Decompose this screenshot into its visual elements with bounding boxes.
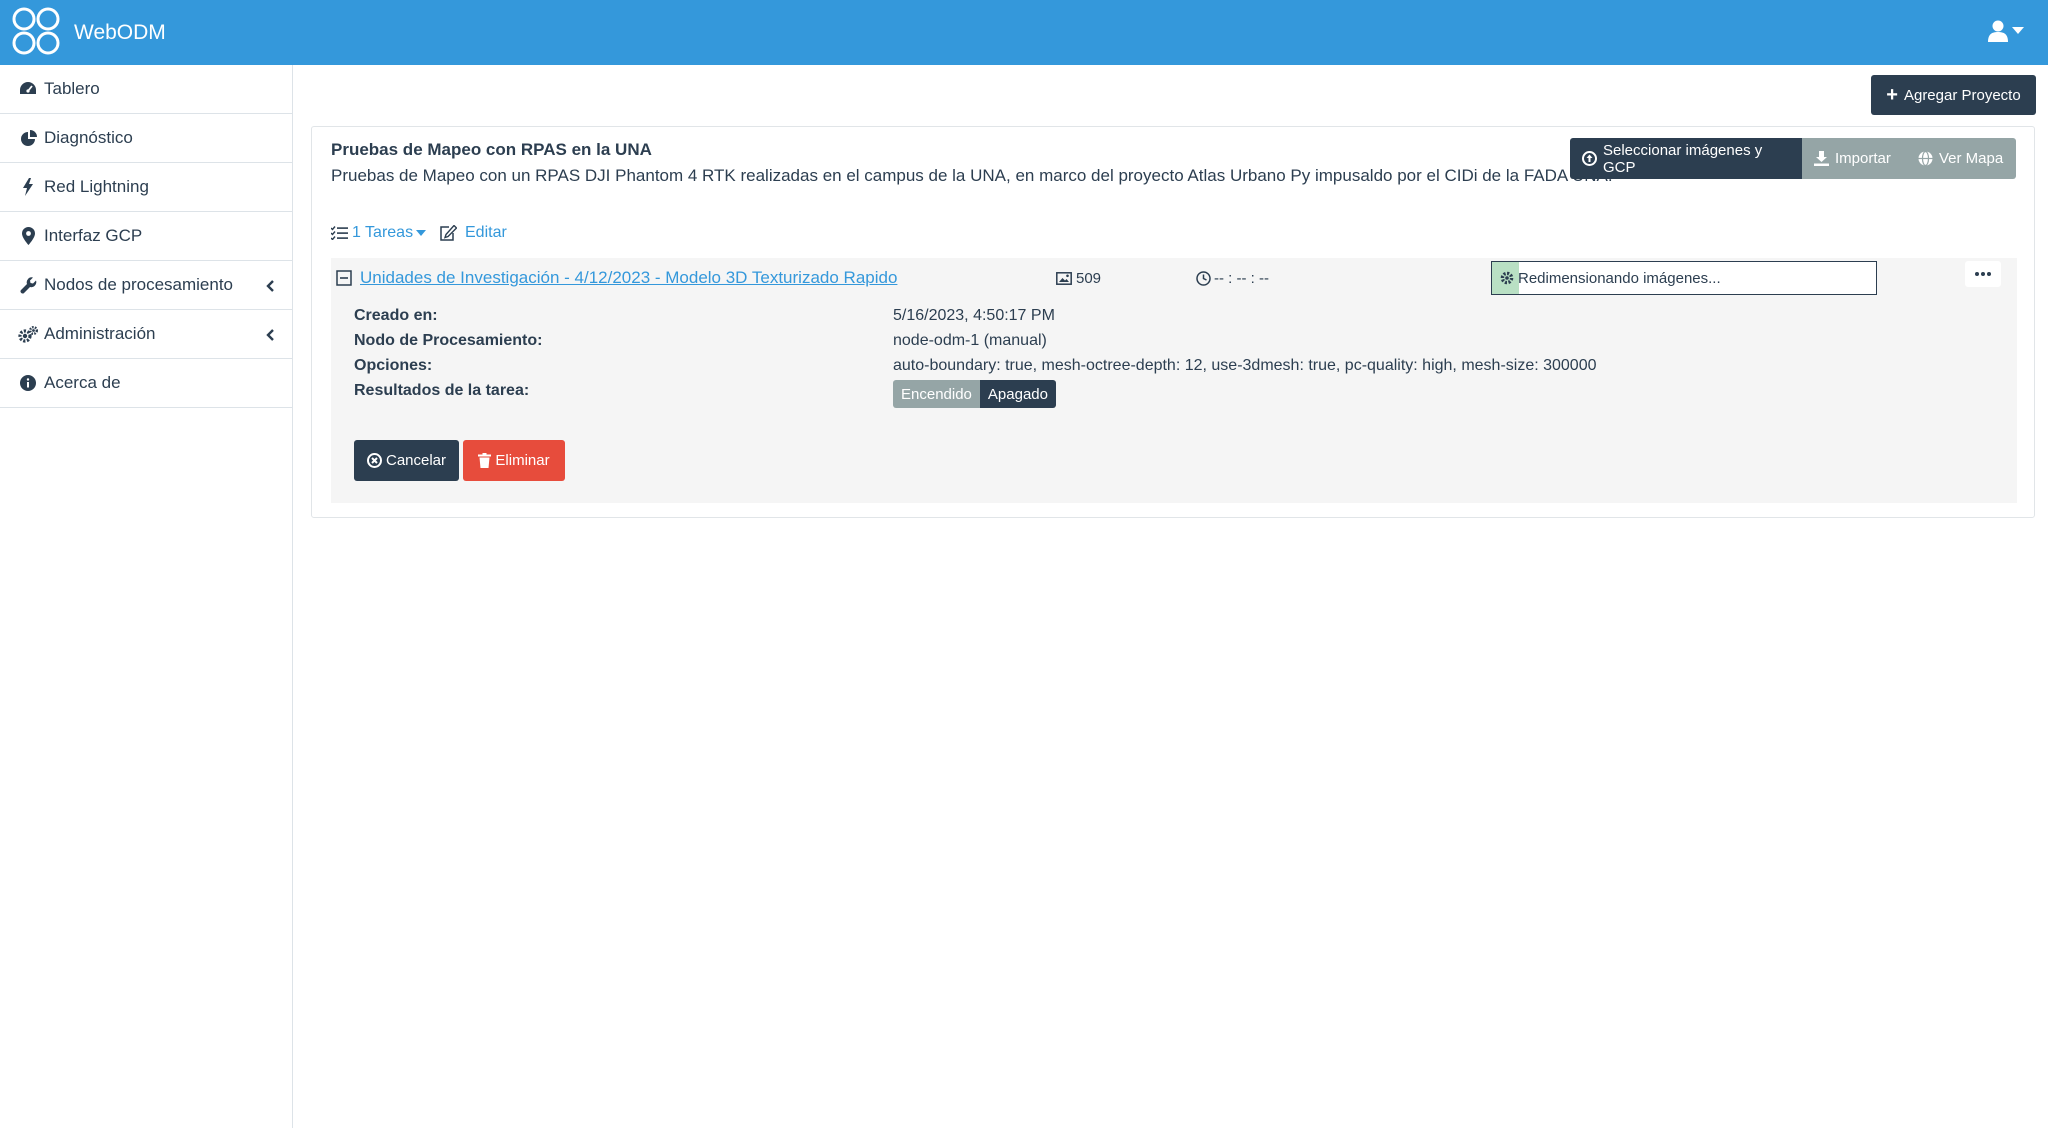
- tasks-link-label: 1 Tareas: [352, 224, 414, 241]
- sidebar-item-label: Administración: [44, 324, 156, 343]
- caret-down-icon: [416, 230, 427, 236]
- import-icon: [1814, 151, 1829, 166]
- created-value: 5/16/2023, 4:50:17 PM: [893, 307, 1055, 324]
- wrench-icon: [18, 275, 38, 295]
- sidebar: Tablero Diagnóstico Red Lightning Interf…: [0, 65, 293, 1128]
- plus-icon: +: [1886, 84, 1898, 106]
- results-off-button[interactable]: Apagado: [979, 380, 1056, 408]
- gear-icon: [1500, 271, 1518, 285]
- sidebar-item-label: Diagnóstico: [44, 128, 133, 147]
- chevron-left-icon: [266, 326, 274, 346]
- clock-icon: [1196, 271, 1211, 286]
- sidebar-item-label: Acerca de: [44, 373, 121, 392]
- delete-label: Eliminar: [495, 452, 550, 469]
- task-item: Unidades de Investigación - 4/12/2023 - …: [331, 258, 2017, 503]
- add-project-label: Agregar Proyecto: [1903, 86, 2021, 104]
- brand[interactable]: WebODM: [10, 6, 166, 61]
- chevron-left-icon: [266, 277, 274, 297]
- node-value: node-odm-1 (manual): [893, 332, 1047, 349]
- tasks-toggle[interactable]: 1 Tareas: [331, 224, 427, 242]
- status-content: Redimensionando imágenes...: [1500, 262, 1721, 294]
- sidebar-item-label: Nodos de procesamiento: [44, 275, 234, 294]
- image-count-value: 509: [1076, 270, 1102, 287]
- node-label: Nodo de Procesamiento:: [354, 332, 543, 349]
- task-duration: -- : -- : --: [1196, 270, 1269, 287]
- results-label: Resultados de la tarea:: [354, 382, 530, 399]
- gears-icon: [18, 324, 38, 344]
- edit-icon: [439, 225, 457, 241]
- sidebar-item-label: Interfaz GCP: [44, 226, 143, 245]
- webodm-logo-icon: [10, 6, 62, 61]
- results-on-button[interactable]: Encendido: [893, 380, 980, 408]
- task-name-link[interactable]: Unidades de Investigación - 4/12/2023 - …: [360, 268, 897, 288]
- tasks-list-icon: [331, 226, 348, 240]
- sidebar-item-diagnostico[interactable]: Diagnóstico: [0, 114, 292, 163]
- sidebar-item-nodos[interactable]: Nodos de procesamiento: [0, 261, 292, 310]
- globe-icon: [1918, 151, 1933, 166]
- import-label: Importar: [1835, 150, 1891, 167]
- brand-name: WebODM: [74, 21, 166, 44]
- cancel-label: Cancelar: [385, 452, 447, 469]
- task-progress: Redimensionando imágenes...: [1491, 261, 1877, 295]
- sidebar-item-label: Tablero: [44, 79, 100, 98]
- top-navbar: WebODM: [0, 0, 2048, 65]
- add-project-button[interactable]: + Agregar Proyecto: [1871, 75, 2036, 115]
- cancel-button[interactable]: Cancelar: [354, 440, 459, 481]
- created-label: Creado en:: [354, 307, 438, 324]
- dashboard-icon: [18, 79, 38, 99]
- results-toggle: Encendido Apagado: [893, 380, 1056, 408]
- image-count: 509: [1056, 270, 1101, 287]
- view-map-label: Ver Mapa: [1939, 150, 2004, 167]
- caret-down-icon: [2012, 27, 2024, 35]
- project-actions: Seleccionar imágenes y GCP Importar Ver …: [1570, 138, 2016, 179]
- edit-link-label: Editar: [465, 224, 507, 241]
- sidebar-item-acerca-de[interactable]: Acerca de: [0, 359, 292, 408]
- sidebar-item-red-lightning[interactable]: Red Lightning: [0, 163, 292, 212]
- task-more-button[interactable]: [1965, 261, 2001, 287]
- cancel-circle-icon: [366, 453, 386, 468]
- info-icon: [18, 373, 38, 393]
- project-title: Pruebas de Mapeo con RPAS en la UNA: [331, 140, 652, 159]
- trash-icon: [478, 453, 495, 468]
- select-images-button[interactable]: Seleccionar imágenes y GCP: [1570, 138, 1802, 179]
- delete-button[interactable]: Eliminar: [463, 440, 565, 481]
- sidebar-item-tablero[interactable]: Tablero: [0, 65, 292, 114]
- import-button[interactable]: Importar: [1802, 138, 1906, 179]
- bolt-icon: [18, 177, 38, 197]
- upload-circle-icon: [1582, 151, 1597, 166]
- ellipsis-icon: [1975, 272, 1991, 276]
- sidebar-item-administracion[interactable]: Administración: [0, 310, 292, 359]
- pie-chart-icon: [18, 128, 38, 148]
- sidebar-item-label: Red Lightning: [44, 177, 149, 196]
- sidebar-item-interfaz-gcp[interactable]: Interfaz GCP: [0, 212, 292, 261]
- duration-value: -- : -- : --: [1214, 270, 1269, 287]
- user-menu[interactable]: [1988, 20, 2024, 42]
- image-icon: [1056, 272, 1072, 285]
- map-marker-icon: [18, 226, 38, 246]
- options-value: auto-boundary: true, mesh-octree-depth: …: [893, 357, 1597, 374]
- status-text: Redimensionando imágenes...: [1518, 269, 1721, 287]
- edit-project-link[interactable]: Editar: [439, 224, 507, 242]
- select-images-label: Seleccionar imágenes y GCP: [1603, 141, 1763, 176]
- user-icon: [1988, 20, 2008, 42]
- view-map-button[interactable]: Ver Mapa: [1906, 138, 2016, 179]
- project-panel: Pruebas de Mapeo con RPAS en la UNA Prue…: [311, 126, 2035, 518]
- options-label: Opciones:: [354, 357, 433, 374]
- collapse-icon[interactable]: [336, 270, 352, 291]
